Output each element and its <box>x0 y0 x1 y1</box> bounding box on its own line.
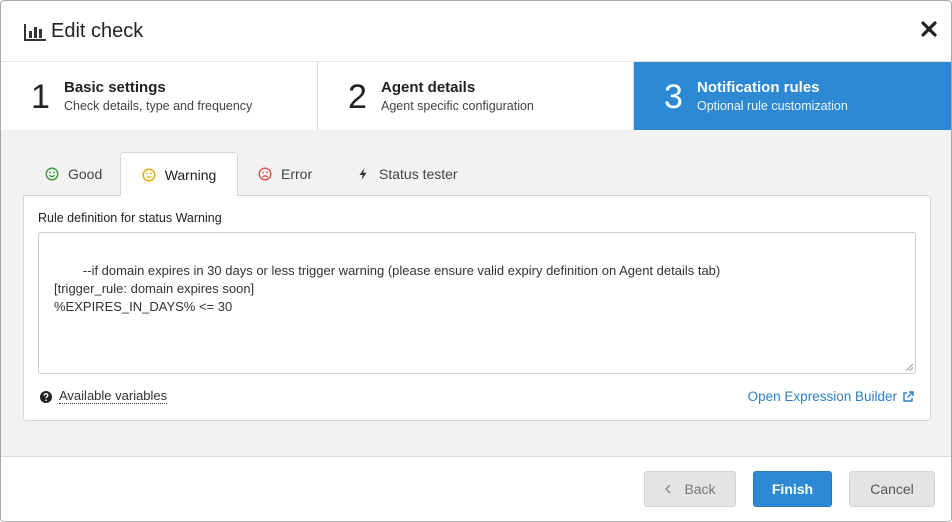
step-title: Notification rules <box>697 79 820 96</box>
tab-label: Warning <box>164 166 217 183</box>
available-variables-link[interactable]: Available variables <box>40 388 168 404</box>
external-link-icon <box>903 390 914 402</box>
step-title: Agent details <box>381 79 476 96</box>
rule-definition-textarea[interactable]: --if domain expires in 30 days or less t… <box>38 232 916 374</box>
tab-label: Status tester <box>379 165 458 182</box>
question-circle-icon <box>40 390 52 403</box>
back-label: Back <box>684 481 716 497</box>
dialog-header: Edit check <box>1 1 951 62</box>
close-icon[interactable] <box>919 17 939 39</box>
step-basic-settings[interactable]: 1 Basic settings Check details, type and… <box>1 62 318 130</box>
step-notification-rules[interactable]: 3 Notification rules Optional rule custo… <box>634 62 951 130</box>
step-subtitle: Check details, type and frequency <box>64 99 253 113</box>
available-variables-label: Available variables <box>59 388 168 404</box>
open-expression-builder-link[interactable]: Open Expression Builder <box>748 389 914 404</box>
chevron-left-icon <box>665 484 671 494</box>
finish-label: Finish <box>771 481 814 497</box>
dialog-title: Edit check <box>51 20 144 42</box>
step-number: 1 <box>31 78 50 116</box>
step-agent-details[interactable]: 2 Agent details Agent specific configura… <box>318 62 634 130</box>
rule-panel: Rule definition for status Warning --if … <box>23 195 931 421</box>
step-number: 3 <box>664 78 683 116</box>
bolt-icon <box>359 167 367 180</box>
open-expression-builder-label: Open Expression Builder <box>747 389 897 404</box>
step-subtitle: Optional rule customization <box>697 99 848 113</box>
bar-chart-icon <box>24 24 46 41</box>
rule-text: --if domain expires in 30 days or less t… <box>54 263 721 314</box>
rule-definition-label: Rule definition for status Warning <box>38 211 222 225</box>
finish-button[interactable]: Finish <box>753 471 832 507</box>
frown-icon <box>258 166 272 181</box>
status-tabs: Good Warning Error Status tester <box>23 152 931 196</box>
back-button[interactable]: Back <box>644 471 736 507</box>
tab-good[interactable]: Good <box>45 152 102 195</box>
neutral-face-icon <box>142 167 156 182</box>
tab-warning[interactable]: Warning <box>120 152 238 196</box>
wizard-steps: 1 Basic settings Check details, type and… <box>1 62 951 130</box>
step-number: 2 <box>348 78 367 116</box>
tab-status-tester[interactable]: Status tester <box>356 152 458 195</box>
cancel-label: Cancel <box>870 481 914 497</box>
dialog-footer: Back Finish Cancel <box>1 457 951 521</box>
tab-label: Good <box>68 165 103 182</box>
resize-handle-icon[interactable] <box>905 363 913 371</box>
edit-check-dialog: Edit check 1 Basic settings Check detail… <box>0 0 952 522</box>
step-title: Basic settings <box>64 79 166 96</box>
tab-label: Error <box>281 165 313 182</box>
smile-icon <box>45 166 59 181</box>
cancel-button[interactable]: Cancel <box>849 471 935 507</box>
tab-error[interactable]: Error <box>258 152 312 195</box>
dialog-body: Good Warning Error Status tester Rule de… <box>1 130 951 457</box>
step-subtitle: Agent specific configuration <box>381 99 534 113</box>
